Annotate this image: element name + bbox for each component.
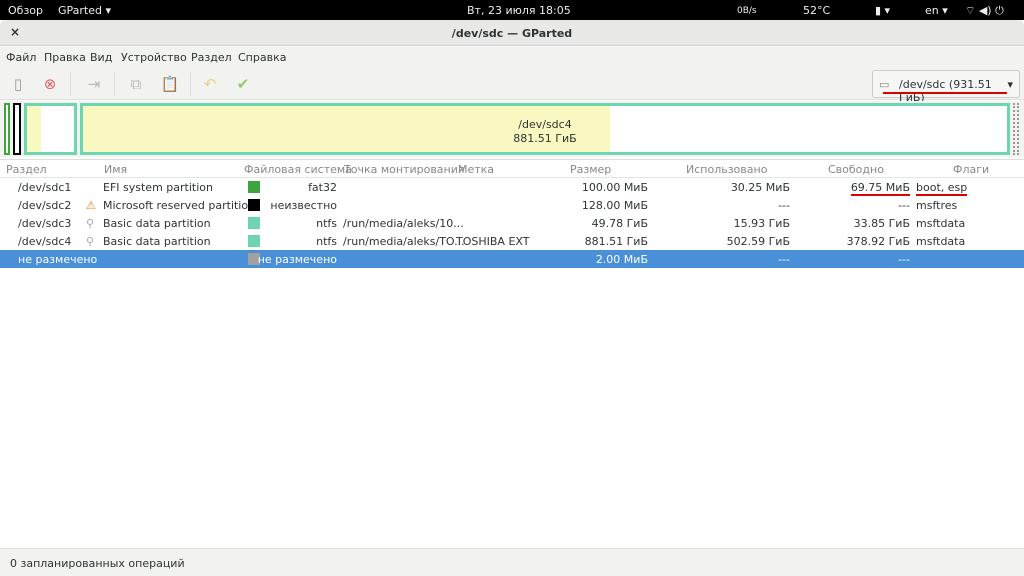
fs-color-swatch [248,199,260,211]
partition-name: Microsoft reserved partition [103,199,256,212]
map-sdc2[interactable] [13,103,21,155]
table-row[interactable]: /dev/sdc1 EFI system partition fat32 100… [0,178,1024,196]
pending-operations: 0 запланированных операций [10,557,185,570]
partition-flags: msftres [916,199,958,212]
partition-path: не размечено [18,253,98,266]
toolbar: ▯ ⊗ ⇥ ⧉ 📋 ↶ ✔ ▭ /dev/sdc (931.51 ГиБ) ▾ [0,68,1024,104]
table-row[interactable]: /dev/sdc3 ⚲ Basic data partition ntfs /ru… [0,214,1024,232]
resize-icon[interactable]: ⇥ [84,74,104,94]
free-space: --- [898,199,910,212]
used-space: --- [778,253,790,266]
menu-view[interactable]: Вид [90,51,112,64]
map-partition-name: /dev/sdc4 [518,118,572,131]
warning-icon: ⚠ [86,199,96,212]
partition-path: /dev/sdc3 [18,217,72,230]
partition-path: /dev/sdc2 [18,199,72,212]
partition-name: EFI system partition [103,181,213,194]
paste-icon[interactable]: 📋 [160,74,180,94]
map-sdc4[interactable]: /dev/sdc4 881.51 ГиБ [80,103,1010,155]
fs-color-swatch [248,181,260,193]
language-menu[interactable]: en ▾ [925,4,948,17]
partition-path: /dev/sdc1 [18,181,72,194]
filesystem: ntfs [316,217,337,230]
map-partition-size: 881.51 ГиБ [513,132,577,145]
partition-label: TOSHIBA EXT [456,235,530,248]
mounted-key-icon: ⚲ [86,235,95,248]
status-bar: 0 запланированных операций [0,548,1024,576]
col-free[interactable]: Свободно [828,163,884,176]
partition-table: Раздел Имя Файловая система Точка монтир… [0,159,1024,547]
free-space: 378.92 ГиБ [846,235,910,248]
partition-flags: msftdata [916,217,966,230]
partition-map: /dev/sdc4 881.51 ГиБ [0,101,1024,157]
col-size[interactable]: Размер [570,163,611,176]
clock[interactable]: Вт, 23 июля 18:05 [467,4,571,17]
device-selector[interactable]: ▭ /dev/sdc (931.51 ГиБ) ▾ [872,70,1020,104]
filesystem: fat32 [308,181,337,194]
table-row[interactable]: /dev/sdc4 ⚲ Basic data partition ntfs /ru… [0,232,1024,250]
menu-help[interactable]: Справка [238,51,286,64]
window-title: /dev/sdc — GParted [451,27,573,40]
partition-name: Basic data partition [103,235,211,248]
used-space: 30.25 МиБ [730,181,790,194]
battery-icon[interactable]: ▮ ▾ [875,4,890,17]
partition-size: 2.00 МиБ [595,253,648,266]
partition-path: /dev/sdc4 [18,235,72,248]
apply-icon[interactable]: ✔ [233,74,253,94]
table-row[interactable]: /dev/sdc2 ⚠ Microsoft reserved partition … [0,196,1024,214]
col-name[interactable]: Имя [104,163,127,176]
partition-size: 128.00 МиБ [581,199,648,212]
map-sdc3[interactable] [24,103,77,155]
fs-color-swatch [248,217,260,229]
temperature: 52°C [803,4,831,17]
free-space: --- [898,253,910,266]
system-icons[interactable]: ⌔ ◀) ⏻ [965,4,1004,18]
copy-icon[interactable]: ⧉ [126,74,146,94]
title-bar: × /dev/sdc — GParted [0,20,1024,46]
app-menu[interactable]: GParted ▾ [58,4,111,17]
mount-point: /run/media/aleks/10... [343,217,464,230]
col-filesystem[interactable]: Файловая система [244,163,352,176]
chevron-down-icon: ▾ [1007,78,1013,91]
mount-point: /run/media/aleks/TO... [343,235,465,248]
used-space: 502.59 ГиБ [726,235,790,248]
table-header: Раздел Имя Файловая система Точка монтир… [0,160,1024,178]
partition-flags: msftdata [916,235,966,248]
partition-size: 49.78 ГиБ [591,217,648,230]
free-space: 69.75 МиБ [850,181,910,196]
partition-name: Basic data partition [103,217,211,230]
delete-icon[interactable]: ⊗ [40,74,60,94]
partition-size: 100.00 МиБ [581,181,648,194]
new-partition-icon[interactable]: ▯ [8,74,28,94]
map-sdc1[interactable] [4,103,10,155]
filesystem: не размечено [257,253,337,266]
filesystem: ntfs [316,235,337,248]
mounted-key-icon: ⚲ [86,217,95,230]
undo-icon[interactable]: ↶ [200,74,220,94]
menu-partition[interactable]: Раздел [191,51,232,64]
fs-color-swatch [248,235,260,247]
col-flags[interactable]: Флаги [953,163,989,176]
menu-bar: Файл Правка Вид Устройство Раздел Справк… [0,47,1024,68]
overview-button[interactable]: Обзор [8,4,43,17]
col-label[interactable]: Метка [458,163,494,176]
col-used[interactable]: Использовано [686,163,767,176]
menu-edit[interactable]: Правка [44,51,86,64]
map-unallocated[interactable] [1013,103,1019,155]
col-partition[interactable]: Раздел [6,163,47,176]
table-row[interactable]: не размечено не размечено 2.00 МиБ --- -… [0,250,1024,268]
used-space: 15.93 ГиБ [733,217,790,230]
menu-device[interactable]: Устройство [121,51,187,64]
net-speed: 0B/s [737,6,757,16]
used-space: --- [778,199,790,212]
disk-icon: ▭ [879,78,890,91]
partition-flags: boot, esp [916,181,968,196]
filesystem: неизвестно [270,199,337,212]
top-bar: Обзор GParted ▾ Вт, 23 июля 18:05 0B/s 5… [0,0,1024,20]
partition-size: 881.51 ГиБ [584,235,648,248]
free-space: 33.85 ГиБ [853,217,910,230]
menu-file[interactable]: Файл [6,51,36,64]
col-mount[interactable]: Точка монтирования [344,163,465,176]
